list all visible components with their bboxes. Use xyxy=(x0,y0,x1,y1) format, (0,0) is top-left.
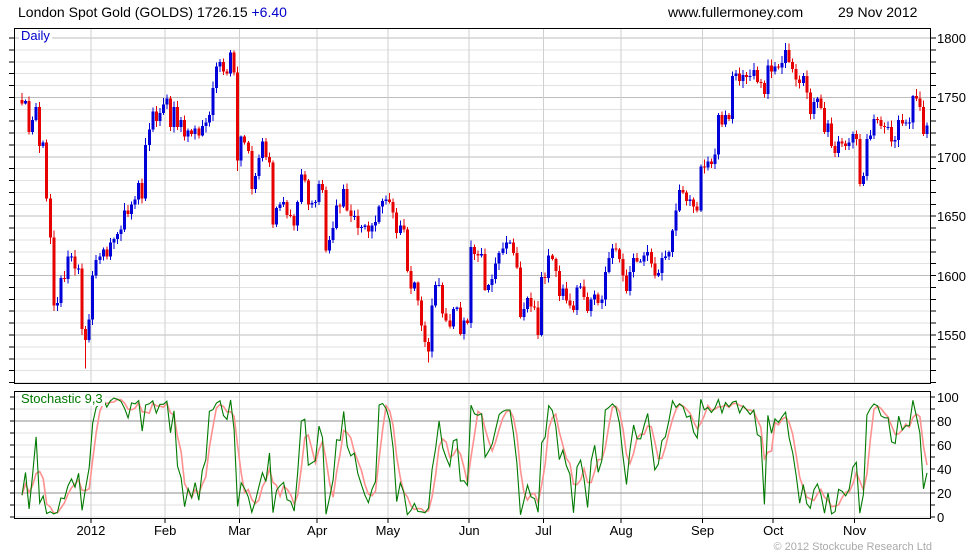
stochastic-panel: Stochastic 9,3 xyxy=(10,391,935,523)
price-change: +6.40 xyxy=(251,4,287,20)
stochastic-label: Stochastic 9,3 xyxy=(19,391,105,406)
month-label: Oct xyxy=(763,523,784,538)
price-axis-label: 1700 xyxy=(937,149,966,165)
stochastic-d-line xyxy=(21,398,928,514)
stochastic-axis-label: 80 xyxy=(937,414,952,429)
month-label: Apr xyxy=(307,523,328,538)
month-label: Jul xyxy=(535,523,552,538)
month-label: Aug xyxy=(609,523,633,538)
month-label: Jun xyxy=(458,523,480,538)
price-chart-svg xyxy=(9,28,936,384)
month-label: 2012 xyxy=(76,523,106,538)
month-label: Mar xyxy=(228,523,251,538)
month-label: Sep xyxy=(690,523,715,538)
price-axis-label: 1650 xyxy=(937,209,966,225)
price-axis-label: 1800 xyxy=(937,31,966,46)
price-panel: Daily xyxy=(9,28,936,384)
stochastic-axis-label: 100 xyxy=(937,390,959,405)
chart-window: London Spot Gold (GOLDS) 1726.15 +6.40 w… xyxy=(0,0,980,560)
page-title: London Spot Gold (GOLDS) 1726.15 +6.40 xyxy=(18,4,287,20)
stochastic-chart-svg xyxy=(10,391,935,523)
stochastic-axis-label: 40 xyxy=(937,462,952,477)
stochastic-axis-label: 0 xyxy=(937,510,945,525)
candles-group xyxy=(20,42,929,369)
price-axis-label: 1600 xyxy=(937,268,966,284)
month-label: Nov xyxy=(842,523,867,538)
stochastic-axis-label: 60 xyxy=(937,438,952,453)
instrument-name: London Spot Gold (GOLDS) xyxy=(18,4,194,20)
timeframe-label: Daily xyxy=(19,28,52,43)
month-label: Feb xyxy=(153,523,177,538)
copyright-notice: © 2012 Stockcube Research Ltd xyxy=(773,541,932,553)
price-axis-label: 1750 xyxy=(937,90,966,106)
chart-date: 29 Nov 2012 xyxy=(838,4,918,20)
stochastic-axis-label: 20 xyxy=(937,486,952,501)
price-axis-label: 1550 xyxy=(937,328,966,343)
site-link[interactable]: www.fullermoney.com xyxy=(668,4,803,20)
month-label: May xyxy=(375,523,401,538)
stochastic-k-line xyxy=(21,397,928,516)
last-price: 1726.15 xyxy=(197,4,248,20)
